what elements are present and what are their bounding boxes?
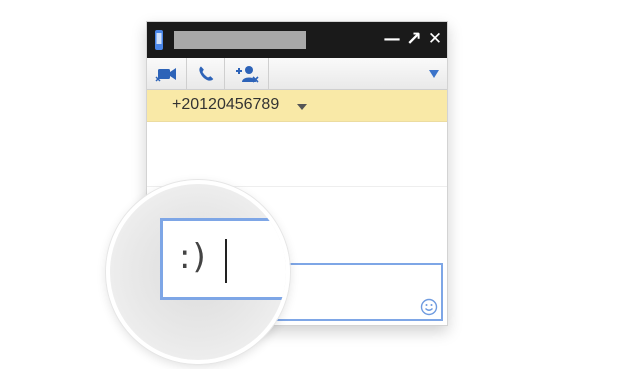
magnifier-callout: :) [106, 180, 290, 364]
close-button[interactable]: ✕ [426, 27, 444, 51]
toolbar [147, 58, 447, 90]
phone-number-dropdown-icon[interactable] [297, 104, 307, 110]
video-call-button[interactable] [147, 58, 187, 89]
voice-call-button[interactable] [187, 58, 225, 89]
message-input[interactable] [265, 263, 443, 321]
title-bar: — ↗ ✕ [147, 22, 447, 58]
add-participant-button[interactable] [225, 58, 269, 89]
menu-dropdown-icon[interactable] [429, 70, 439, 78]
phone-number-bar: +20120456789 [147, 90, 447, 122]
phone-number[interactable]: +20120456789 [172, 96, 279, 114]
video-camera-icon [154, 67, 176, 82]
text-cursor [225, 239, 227, 283]
contact-name-redacted [174, 31, 306, 49]
phone-icon [198, 66, 213, 81]
magnified-message-input: :) [160, 218, 286, 300]
add-person-icon [235, 65, 259, 83]
phone-status-icon [155, 30, 163, 50]
popout-button[interactable]: ↗ [405, 27, 423, 51]
emoticon-icon[interactable] [420, 298, 438, 316]
magnified-emoticon-text: :) [179, 237, 208, 277]
minimize-button[interactable]: — [383, 27, 401, 51]
